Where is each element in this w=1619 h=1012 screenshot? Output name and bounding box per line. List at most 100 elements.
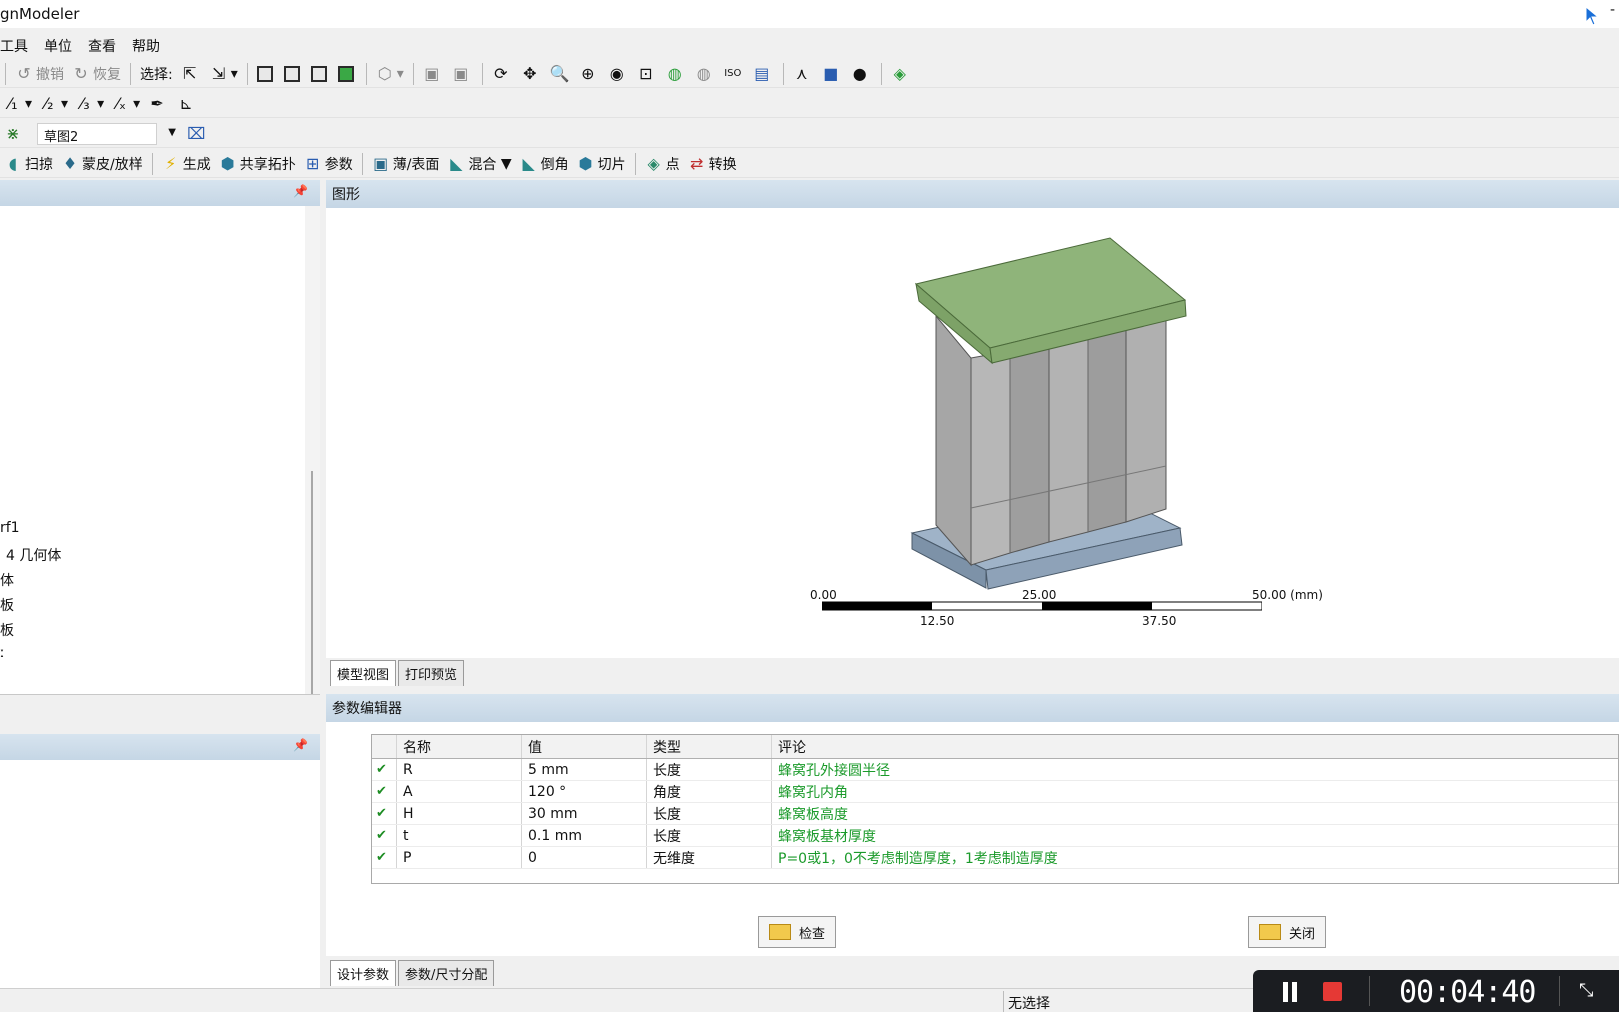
tree-item-bodies[interactable]: 4 几何体 xyxy=(0,545,61,570)
param-comment[interactable]: 蜂窝孔内角 xyxy=(772,781,1618,802)
pin-icon[interactable]: 📌 xyxy=(293,738,308,752)
tree-item-plate-2[interactable]: 板 xyxy=(0,620,61,645)
zoom-fit-button[interactable]: ⊡ xyxy=(633,62,662,86)
param-comment[interactable]: 蜂窝板基材厚度 xyxy=(772,825,1618,846)
select-type-dropdown[interactable]: ⇲ ▾ xyxy=(206,62,242,86)
menu-view[interactable]: 查看 xyxy=(88,32,116,58)
undo-button[interactable]: ↺ 撤销 xyxy=(11,62,68,86)
sketch-select[interactable]: 草图2 ▼ xyxy=(37,122,176,145)
point-button[interactable]: ◈ 点 xyxy=(641,152,684,176)
blend-dropdown[interactable]: ◣ 混合 ▼ xyxy=(443,152,515,176)
table-row[interactable]: ✔ P 0 无维度 P=0或1，0不考虑制造厚度，1考虑制造厚度 xyxy=(372,847,1618,869)
named-selection-button[interactable]: ◈ xyxy=(887,62,916,86)
select-faces-button[interactable] xyxy=(307,62,334,86)
zoom-previous-button[interactable]: ◍ xyxy=(691,62,720,86)
param-type[interactable]: 长度 xyxy=(647,803,772,824)
select-mode-button[interactable]: ⇱ xyxy=(177,62,206,86)
tab-design-parameters[interactable]: 设计参数 xyxy=(330,960,397,986)
table-row[interactable]: ✔ A 120 ° 角度 蜂窝孔内角 xyxy=(372,781,1618,803)
triad-button[interactable]: ⋏ xyxy=(789,62,818,86)
param-name[interactable]: t xyxy=(397,825,522,846)
select-bodies-button[interactable] xyxy=(334,62,361,86)
select-all-button[interactable]: ▣ xyxy=(419,62,448,86)
zoom-in-button[interactable]: ⊕ xyxy=(575,62,604,86)
param-name[interactable]: A xyxy=(397,781,522,802)
tree-item-truncated[interactable]: ː xyxy=(0,645,61,670)
share-topology-button[interactable]: ⬢ 共享拓扑 xyxy=(215,152,300,176)
header-comment[interactable]: 评论 xyxy=(772,735,1618,758)
rotate-button[interactable]: ⟳ xyxy=(488,62,517,86)
minimize-button[interactable]: - xyxy=(1610,2,1615,18)
hide-button[interactable]: ▣ xyxy=(448,62,477,86)
param-value[interactable]: 5 mm xyxy=(522,759,647,780)
tab-parameter-dimension-assignment[interactable]: 参数/尺寸分配 xyxy=(398,960,495,986)
zoom-box-button[interactable]: ◉ xyxy=(604,62,633,86)
param-value[interactable]: 30 mm xyxy=(522,803,647,824)
zoom-box-icon: ◉ xyxy=(609,63,624,83)
stop-icon[interactable] xyxy=(1323,982,1342,1001)
select-edges-button[interactable] xyxy=(280,62,307,86)
param-type[interactable]: 长度 xyxy=(647,759,772,780)
slice-button[interactable]: ⬢ 切片 xyxy=(573,152,630,176)
menu-help[interactable]: 帮助 xyxy=(132,32,160,58)
parameters-button[interactable]: ⊞ 参数 xyxy=(300,152,357,176)
tree-item-plate-1[interactable]: 板 xyxy=(0,595,61,620)
pin-tool-button[interactable]: ✒ xyxy=(144,92,173,116)
thin-surface-button[interactable]: ▣ 薄/表面 xyxy=(368,152,444,176)
model-viewport[interactable] xyxy=(326,208,1619,628)
redo-button[interactable]: ↻ 恢复 xyxy=(68,62,125,86)
param-name[interactable]: R xyxy=(397,759,522,780)
plane-2-dropdown[interactable]: ⁄₂ ▾ xyxy=(36,92,72,116)
param-type[interactable]: 无维度 xyxy=(647,847,772,868)
param-comment[interactable]: P=0或1，0不考虑制造厚度，1考虑制造厚度 xyxy=(772,847,1618,868)
header-value[interactable]: 值 xyxy=(522,735,647,758)
left-splitter[interactable] xyxy=(0,694,320,734)
param-value[interactable]: 0 xyxy=(522,847,647,868)
param-name[interactable]: H xyxy=(397,803,522,824)
close-button[interactable]: 关闭 xyxy=(1248,916,1327,948)
convert-button[interactable]: ⇄ 转换 xyxy=(684,152,741,176)
perpendicular-button[interactable]: ⊾ xyxy=(173,92,202,116)
pause-icon[interactable] xyxy=(1281,982,1301,1002)
plane-1-dropdown[interactable]: ⁄₁ ▾ xyxy=(0,92,36,116)
zoom-selected-button[interactable]: ◍ xyxy=(662,62,691,86)
param-comment[interactable]: 蜂窝孔外接圆半径 xyxy=(772,759,1618,780)
param-value[interactable]: 120 ° xyxy=(522,781,647,802)
table-row[interactable]: ✔ R 5 mm 长度 蜂窝孔外接圆半径 xyxy=(372,759,1618,781)
tab-print-preview[interactable]: 打印预览 xyxy=(398,660,465,686)
pin-icon[interactable]: 📌 xyxy=(293,184,308,198)
zoom-button[interactable]: 🔍 xyxy=(546,62,575,86)
menu-tools[interactable]: 工具 xyxy=(0,32,28,58)
iso-view-button[interactable]: ISO xyxy=(720,62,749,86)
param-type[interactable]: 角度 xyxy=(647,781,772,802)
display-points-button[interactable]: ● xyxy=(847,62,876,86)
toolbar-separator xyxy=(151,152,153,175)
menu-units[interactable]: 单位 xyxy=(44,32,72,58)
param-value[interactable]: 0.1 mm xyxy=(522,825,647,846)
header-name[interactable]: 名称 xyxy=(397,735,522,758)
extend-selection-dropdown[interactable]: ⬡ ▾ xyxy=(372,62,408,86)
sweep-button[interactable]: ◖ 扫掠 xyxy=(0,152,57,176)
skin-loft-button[interactable]: ♦ 蒙皮/放样 xyxy=(57,152,147,176)
chamfer-button[interactable]: ◣ 倒角 xyxy=(516,152,573,176)
param-name[interactable]: P xyxy=(397,847,522,868)
param-comment[interactable]: 蜂窝板高度 xyxy=(772,803,1618,824)
pan-button[interactable]: ✥ xyxy=(517,62,546,86)
tab-model-view[interactable]: 模型视图 xyxy=(330,660,397,686)
check-button[interactable]: 检查 xyxy=(758,916,837,948)
new-sketch-button[interactable]: ⌧ xyxy=(183,122,212,146)
table-row[interactable]: ✔ t 0.1 mm 长度 蜂窝板基材厚度 xyxy=(372,825,1618,847)
select-points-button[interactable] xyxy=(253,62,280,86)
display-model-button[interactable]: ■ xyxy=(818,62,847,86)
param-type[interactable]: 长度 xyxy=(647,825,772,846)
plane-3-dropdown[interactable]: ⁄₃ ▾ xyxy=(72,92,108,116)
table-row[interactable]: ✔ H 30 mm 长度 蜂窝板高度 xyxy=(372,803,1618,825)
plane-x-dropdown[interactable]: ⁄ₓ ▾ xyxy=(108,92,144,116)
collapse-icon[interactable]: ⤡ xyxy=(1579,980,1601,1002)
new-plane-button[interactable]: ⋇ xyxy=(0,122,29,146)
tree-item-surf1[interactable]: rf1 xyxy=(0,520,61,545)
look-at-button[interactable]: ▤ xyxy=(749,62,778,86)
generate-button[interactable]: ⚡ 生成 xyxy=(158,152,215,176)
header-type[interactable]: 类型 xyxy=(647,735,772,758)
tree-item-body[interactable]: 体 xyxy=(0,570,61,595)
